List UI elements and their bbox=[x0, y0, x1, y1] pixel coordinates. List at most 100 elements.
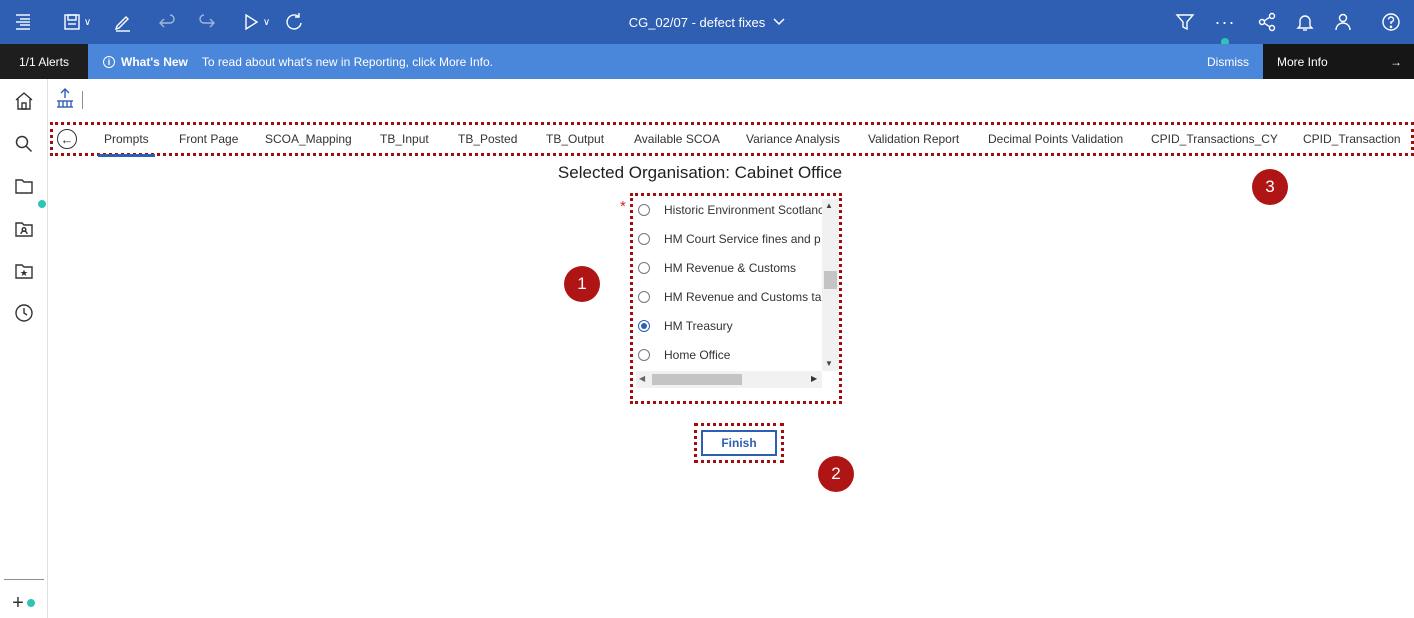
refresh-icon bbox=[286, 13, 302, 30]
organisation-radio-list: Historic Environment Scotlanc HM Court S… bbox=[630, 193, 842, 404]
callout-marker: 3 bbox=[1252, 169, 1288, 205]
tab-tb-posted[interactable]: TB_Posted bbox=[458, 125, 517, 153]
tab-decimal-points-validation[interactable]: Decimal Points Validation bbox=[988, 125, 1123, 153]
home-icon bbox=[15, 92, 33, 110]
tab-validation-report[interactable]: Validation Report bbox=[868, 125, 959, 153]
star-folder-icon bbox=[15, 264, 33, 279]
help-button[interactable] bbox=[1378, 6, 1404, 38]
callout-marker: 2 bbox=[818, 456, 854, 492]
list-item[interactable]: Historic Environment Scotlanc bbox=[638, 199, 822, 221]
page-title: Selected Organisation: Cabinet Office bbox=[557, 163, 843, 182]
option-label: HM Treasury bbox=[664, 319, 733, 333]
horizontal-scrollbar[interactable]: ◀ ▶ bbox=[636, 371, 822, 388]
user-icon bbox=[1335, 13, 1351, 31]
tab-variance-analysis[interactable]: Variance Analysis bbox=[746, 125, 840, 153]
run-button[interactable]: ∨ bbox=[234, 6, 278, 38]
scroll-right-icon[interactable]: ▶ bbox=[811, 374, 817, 383]
share-icon bbox=[1258, 12, 1276, 32]
option-label: Home Office bbox=[664, 348, 731, 362]
required-marker: * bbox=[620, 198, 626, 215]
radio-button[interactable] bbox=[638, 204, 650, 216]
info-icon: i bbox=[103, 55, 115, 68]
left-navigation: + bbox=[0, 79, 48, 618]
tab-front-page[interactable]: Front Page bbox=[179, 125, 238, 153]
user-profile-button[interactable] bbox=[1330, 6, 1356, 38]
upload-icon bbox=[57, 88, 73, 108]
alert-count[interactable]: 1/1 Alerts bbox=[0, 44, 88, 79]
vertical-scrollbar[interactable]: ▲ ▼ bbox=[822, 199, 839, 371]
dismiss-button[interactable]: Dismiss bbox=[1193, 44, 1263, 79]
more-info-button[interactable]: More Info → bbox=[1263, 44, 1414, 79]
more-info-label: More Info bbox=[1277, 54, 1328, 69]
favorites-button[interactable] bbox=[12, 259, 36, 283]
overflow-menu-icon: ··· bbox=[1214, 11, 1236, 32]
list-item[interactable]: HM Revenue and Customs ta: bbox=[638, 286, 822, 308]
list-item[interactable]: HM Treasury bbox=[638, 315, 733, 337]
save-button[interactable]: ∨ bbox=[54, 6, 100, 38]
option-label: HM Revenue & Customs bbox=[664, 261, 797, 275]
radio-button[interactable] bbox=[638, 233, 650, 245]
tab-tb-input[interactable]: TB_Input bbox=[380, 125, 429, 153]
option-label: Historic Environment Scotlanc bbox=[664, 203, 822, 217]
list-item[interactable]: HM Revenue & Customs bbox=[638, 257, 796, 279]
back-arrow-icon[interactable]: ← bbox=[57, 129, 77, 149]
scroll-up-icon[interactable]: ▲ bbox=[825, 201, 833, 210]
divider bbox=[4, 579, 44, 580]
finish-button-annotation: Finish bbox=[694, 423, 784, 463]
notifications-button[interactable] bbox=[1292, 6, 1318, 38]
radio-button[interactable] bbox=[638, 291, 650, 303]
whats-new-heading: What's New bbox=[121, 54, 188, 69]
my-content-button[interactable] bbox=[12, 217, 36, 241]
tab-scoa-mapping[interactable]: SCOA_Mapping bbox=[265, 125, 352, 153]
edit-button[interactable] bbox=[110, 6, 136, 38]
add-icon: + bbox=[12, 591, 24, 614]
search-button[interactable] bbox=[12, 132, 36, 156]
scroll-left-icon[interactable]: ◀ bbox=[639, 374, 645, 383]
scrollbar-thumb[interactable] bbox=[652, 374, 742, 385]
share-button[interactable] bbox=[1254, 6, 1280, 38]
list-item[interactable]: HM Court Service fines and p bbox=[638, 228, 821, 250]
scroll-down-icon[interactable]: ▼ bbox=[825, 359, 833, 368]
whats-new-message: To read about what's new in Reporting, c… bbox=[201, 54, 493, 69]
redo-button[interactable] bbox=[194, 6, 220, 38]
alert-banner: 1/1 Alerts i What's New To read about wh… bbox=[0, 44, 1414, 79]
scrollbar-thumb[interactable] bbox=[824, 271, 837, 289]
radio-button[interactable] bbox=[638, 349, 650, 361]
document-title: CG_02/07 - defect fixes bbox=[628, 14, 766, 30]
notification-dot bbox=[27, 599, 35, 607]
chevron-down-icon: ∨ bbox=[83, 16, 92, 28]
play-icon bbox=[245, 13, 259, 31]
undo-icon bbox=[159, 14, 175, 28]
list-item[interactable]: Home Office bbox=[638, 344, 730, 366]
tab-available-scoa[interactable]: Available SCOA bbox=[634, 125, 720, 153]
bell-icon bbox=[1296, 15, 1314, 31]
more-options-button[interactable]: ··· bbox=[1210, 6, 1240, 38]
page-tabs: ← Prompts Front Page SCOA_Mapping TB_Inp… bbox=[50, 122, 1414, 157]
tab-cpid-transactions-cy[interactable]: CPID_Transactions_CY bbox=[1151, 125, 1278, 153]
radio-button[interactable] bbox=[638, 262, 650, 274]
home-button[interactable] bbox=[12, 89, 36, 113]
document-title-menu[interactable]: CG_02/07 - defect fixes bbox=[629, 15, 786, 30]
secondary-toolbar bbox=[48, 79, 1414, 119]
filter-button[interactable] bbox=[1172, 6, 1198, 38]
option-label: HM Court Service fines and p bbox=[664, 232, 821, 246]
recent-button[interactable] bbox=[12, 301, 36, 325]
top-toolbar: ∨ ∨ CG_02/07 - defect fixes ··· bbox=[0, 0, 1414, 46]
radio-button-selected[interactable] bbox=[638, 320, 650, 332]
tab-tb-output[interactable]: TB_Output bbox=[546, 125, 604, 153]
folder-icon bbox=[15, 179, 33, 194]
callout-marker: 1 bbox=[564, 266, 600, 302]
refresh-button[interactable] bbox=[281, 6, 307, 38]
undo-button[interactable] bbox=[154, 6, 180, 38]
arrow-right-icon: → bbox=[1390, 54, 1402, 69]
tab-prompts[interactable]: Prompts bbox=[98, 125, 155, 157]
help-icon bbox=[1382, 13, 1400, 31]
navigation-menu-icon[interactable] bbox=[10, 6, 36, 38]
finish-button[interactable]: Finish bbox=[701, 430, 777, 456]
publish-button[interactable] bbox=[54, 87, 78, 111]
content-button[interactable] bbox=[12, 174, 36, 198]
app-window: ∨ ∨ CG_02/07 - defect fixes ··· 1/1 Aler… bbox=[0, 0, 1414, 618]
tab-cpid-transaction[interactable]: CPID_Transaction bbox=[1303, 125, 1401, 153]
pencil-icon bbox=[114, 16, 130, 32]
chevron-down-icon: ∨ bbox=[262, 16, 271, 28]
